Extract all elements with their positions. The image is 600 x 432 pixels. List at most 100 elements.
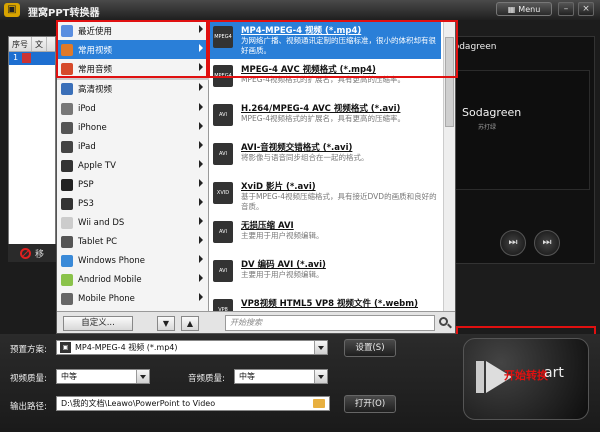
category-label: iPad	[78, 141, 96, 152]
title-bar: ▣ 狸窝PPT转换器 ▦ Menu – ×	[0, 0, 600, 20]
search-input[interactable]: 开始搜索	[225, 315, 435, 331]
format-description: 基于MPEG-4视频压缩格式，具有接近DVD的画质和良好的音质。	[241, 192, 437, 211]
format-icon: AVI	[213, 260, 233, 282]
close-button[interactable]: ×	[578, 2, 594, 16]
category-label: iPhone	[78, 122, 107, 133]
format-icon: VP8	[213, 299, 233, 311]
last-button[interactable]: ⏭	[534, 230, 560, 256]
category-item[interactable]: 最近使用	[57, 21, 209, 40]
category-icon	[61, 216, 73, 229]
format-icon: MPEG4	[213, 65, 233, 87]
category-icon	[61, 197, 73, 210]
file-list: 序号 文 1	[8, 36, 56, 246]
chevron-right-icon	[199, 160, 203, 168]
chevron-right-icon	[199, 274, 203, 282]
format-item[interactable]: AVI H.264/MPEG-4 AVC 视频格式 (*.avi) MPEG-4视频…	[209, 99, 441, 137]
folder-icon[interactable]	[313, 399, 325, 408]
menu-button[interactable]: ▦ Menu	[496, 2, 552, 16]
preset-select[interactable]: ▣ MP4-MPEG-4 视频 (*.mp4)	[56, 340, 328, 355]
window-title: 狸窝PPT转换器	[28, 8, 100, 19]
format-icon: AVI	[213, 143, 233, 165]
category-item[interactable]: 常用音频	[57, 59, 209, 78]
format-icon: MPEG4	[213, 26, 233, 48]
app-logo-icon: ▣	[4, 3, 20, 17]
format-description: 将影像与语音同步组合在一起的格式。	[241, 153, 369, 162]
album-subtitle: 苏打绿	[478, 124, 497, 131]
preset-value: MP4-MPEG-4 视频 (*.mp4)	[75, 343, 178, 352]
output-path-field[interactable]: D:\我的文档\Leawo\PowerPoint to Video	[56, 396, 330, 411]
next-button[interactable]: ⏭	[500, 230, 526, 256]
minimize-button[interactable]: –	[558, 2, 574, 16]
scrollbar-thumb[interactable]	[445, 37, 454, 127]
category-label: Mobile Phone	[78, 293, 135, 304]
category-label: 常用视频	[78, 45, 113, 56]
category-item[interactable]: iPhone	[57, 118, 209, 137]
category-item[interactable]: Mobile Phone	[57, 289, 209, 308]
video-quality-select[interactable]: 中等	[56, 369, 150, 384]
search-icon[interactable]	[439, 317, 448, 326]
row-index: 1	[13, 53, 19, 62]
open-button[interactable]: 打开(O)	[344, 395, 396, 413]
category-item[interactable]: PSP	[57, 175, 209, 194]
remove-button[interactable]: 移	[8, 244, 58, 262]
format-item[interactable]: MPEG4 MPEG-4 AVC 视频格式 (*.mp4) MPEG-4视频格式的扩…	[209, 60, 441, 98]
category-divider	[57, 78, 209, 80]
custom-button[interactable]: 自定义...	[63, 316, 133, 331]
category-item[interactable]: iPod	[57, 99, 209, 118]
column-header-file[interactable]: 文	[32, 37, 47, 51]
format-description: 主要用于用户视频编辑。	[241, 231, 324, 240]
output-path-value: D:\我的文档\Leawo\PowerPoint to Video	[61, 399, 216, 408]
category-item[interactable]: Wii and DS	[57, 213, 209, 232]
settings-button[interactable]: 设置(S)	[344, 339, 396, 357]
category-item[interactable]: Apple TV	[57, 156, 209, 175]
format-item[interactable]: AVI AVI-音视频交错格式 (*.avi) 将影像与语音同步组合在一起的格式。	[209, 138, 441, 176]
format-title: XviD 影片 (*.avi)	[241, 182, 316, 192]
category-item[interactable]: iPad	[57, 137, 209, 156]
format-title: MPEG-4 AVC 视频格式 (*.mp4)	[241, 65, 376, 75]
chevron-down-icon[interactable]	[314, 370, 327, 383]
chevron-right-icon	[199, 83, 203, 91]
move-up-button[interactable]: ▲	[181, 316, 199, 331]
chevron-down-icon[interactable]	[136, 370, 149, 383]
move-down-button[interactable]: ▼	[157, 316, 175, 331]
format-title: DV 编码 AVI (*.avi)	[241, 260, 326, 270]
category-icon	[61, 140, 73, 153]
chevron-right-icon	[199, 293, 203, 301]
chevron-down-icon[interactable]	[314, 341, 327, 354]
category-item[interactable]: 常用视频	[57, 40, 209, 59]
chevron-right-icon	[199, 44, 203, 52]
category-label: Apple TV	[78, 160, 116, 171]
album-title: Sodagreen	[462, 106, 522, 119]
format-item[interactable]: AVI DV 编码 AVI (*.avi) 主要用于用户视频编辑。	[209, 255, 441, 293]
category-label: Tablet PC	[78, 236, 118, 247]
category-item[interactable]: Windows Phone	[57, 251, 209, 270]
format-icon: XVID	[213, 182, 233, 204]
category-icon	[61, 62, 73, 75]
category-item[interactable]: 高清视频	[57, 79, 209, 98]
column-header-index[interactable]: 序号	[9, 37, 32, 51]
table-row[interactable]: 1	[9, 52, 55, 65]
output-path-label: 输出路径:	[10, 402, 47, 412]
format-title: MP4-MPEG-4 视频 (*.mp4)	[241, 26, 362, 36]
format-scrollbar[interactable]	[443, 21, 455, 311]
chevron-right-icon	[199, 141, 203, 149]
file-list-header: 序号 文	[9, 37, 55, 52]
category-item[interactable]: Tablet PC	[57, 232, 209, 251]
format-item[interactable]: VP8 VP8视频 HTML5 VP8 视频文件 (*.webm)	[209, 294, 441, 311]
format-item[interactable]: MPEG4 MP4-MPEG-4 视频 (*.mp4) 为网络广播、视频通讯定制的压…	[209, 21, 441, 59]
category-label: PSP	[78, 179, 94, 190]
format-title: VP8视频 HTML5 VP8 视频文件 (*.webm)	[241, 299, 418, 309]
audio-quality-select[interactable]: 中等	[234, 369, 328, 384]
menu-button-label: Menu	[518, 4, 541, 14]
format-item[interactable]: XVID XviD 影片 (*.avi) 基于MPEG-4视频压缩格式，具有接近DV…	[209, 177, 441, 215]
category-icon	[61, 121, 73, 134]
format-title: 无损压缩 AVI	[241, 221, 294, 231]
start-convert-button[interactable]: 开始转换 art	[463, 338, 589, 420]
album-cover	[445, 70, 590, 190]
category-item[interactable]: PS3	[57, 194, 209, 213]
category-label: 高清视频	[78, 84, 113, 95]
category-item[interactable]: Andriod Mobile	[57, 270, 209, 289]
format-item[interactable]: AVI 无损压缩 AVI 主要用于用户视频编辑。	[209, 216, 441, 254]
format-description: MPEG-4视频格式的扩展名，具有更高的压缩率。	[241, 75, 406, 84]
category-icon	[61, 43, 73, 56]
